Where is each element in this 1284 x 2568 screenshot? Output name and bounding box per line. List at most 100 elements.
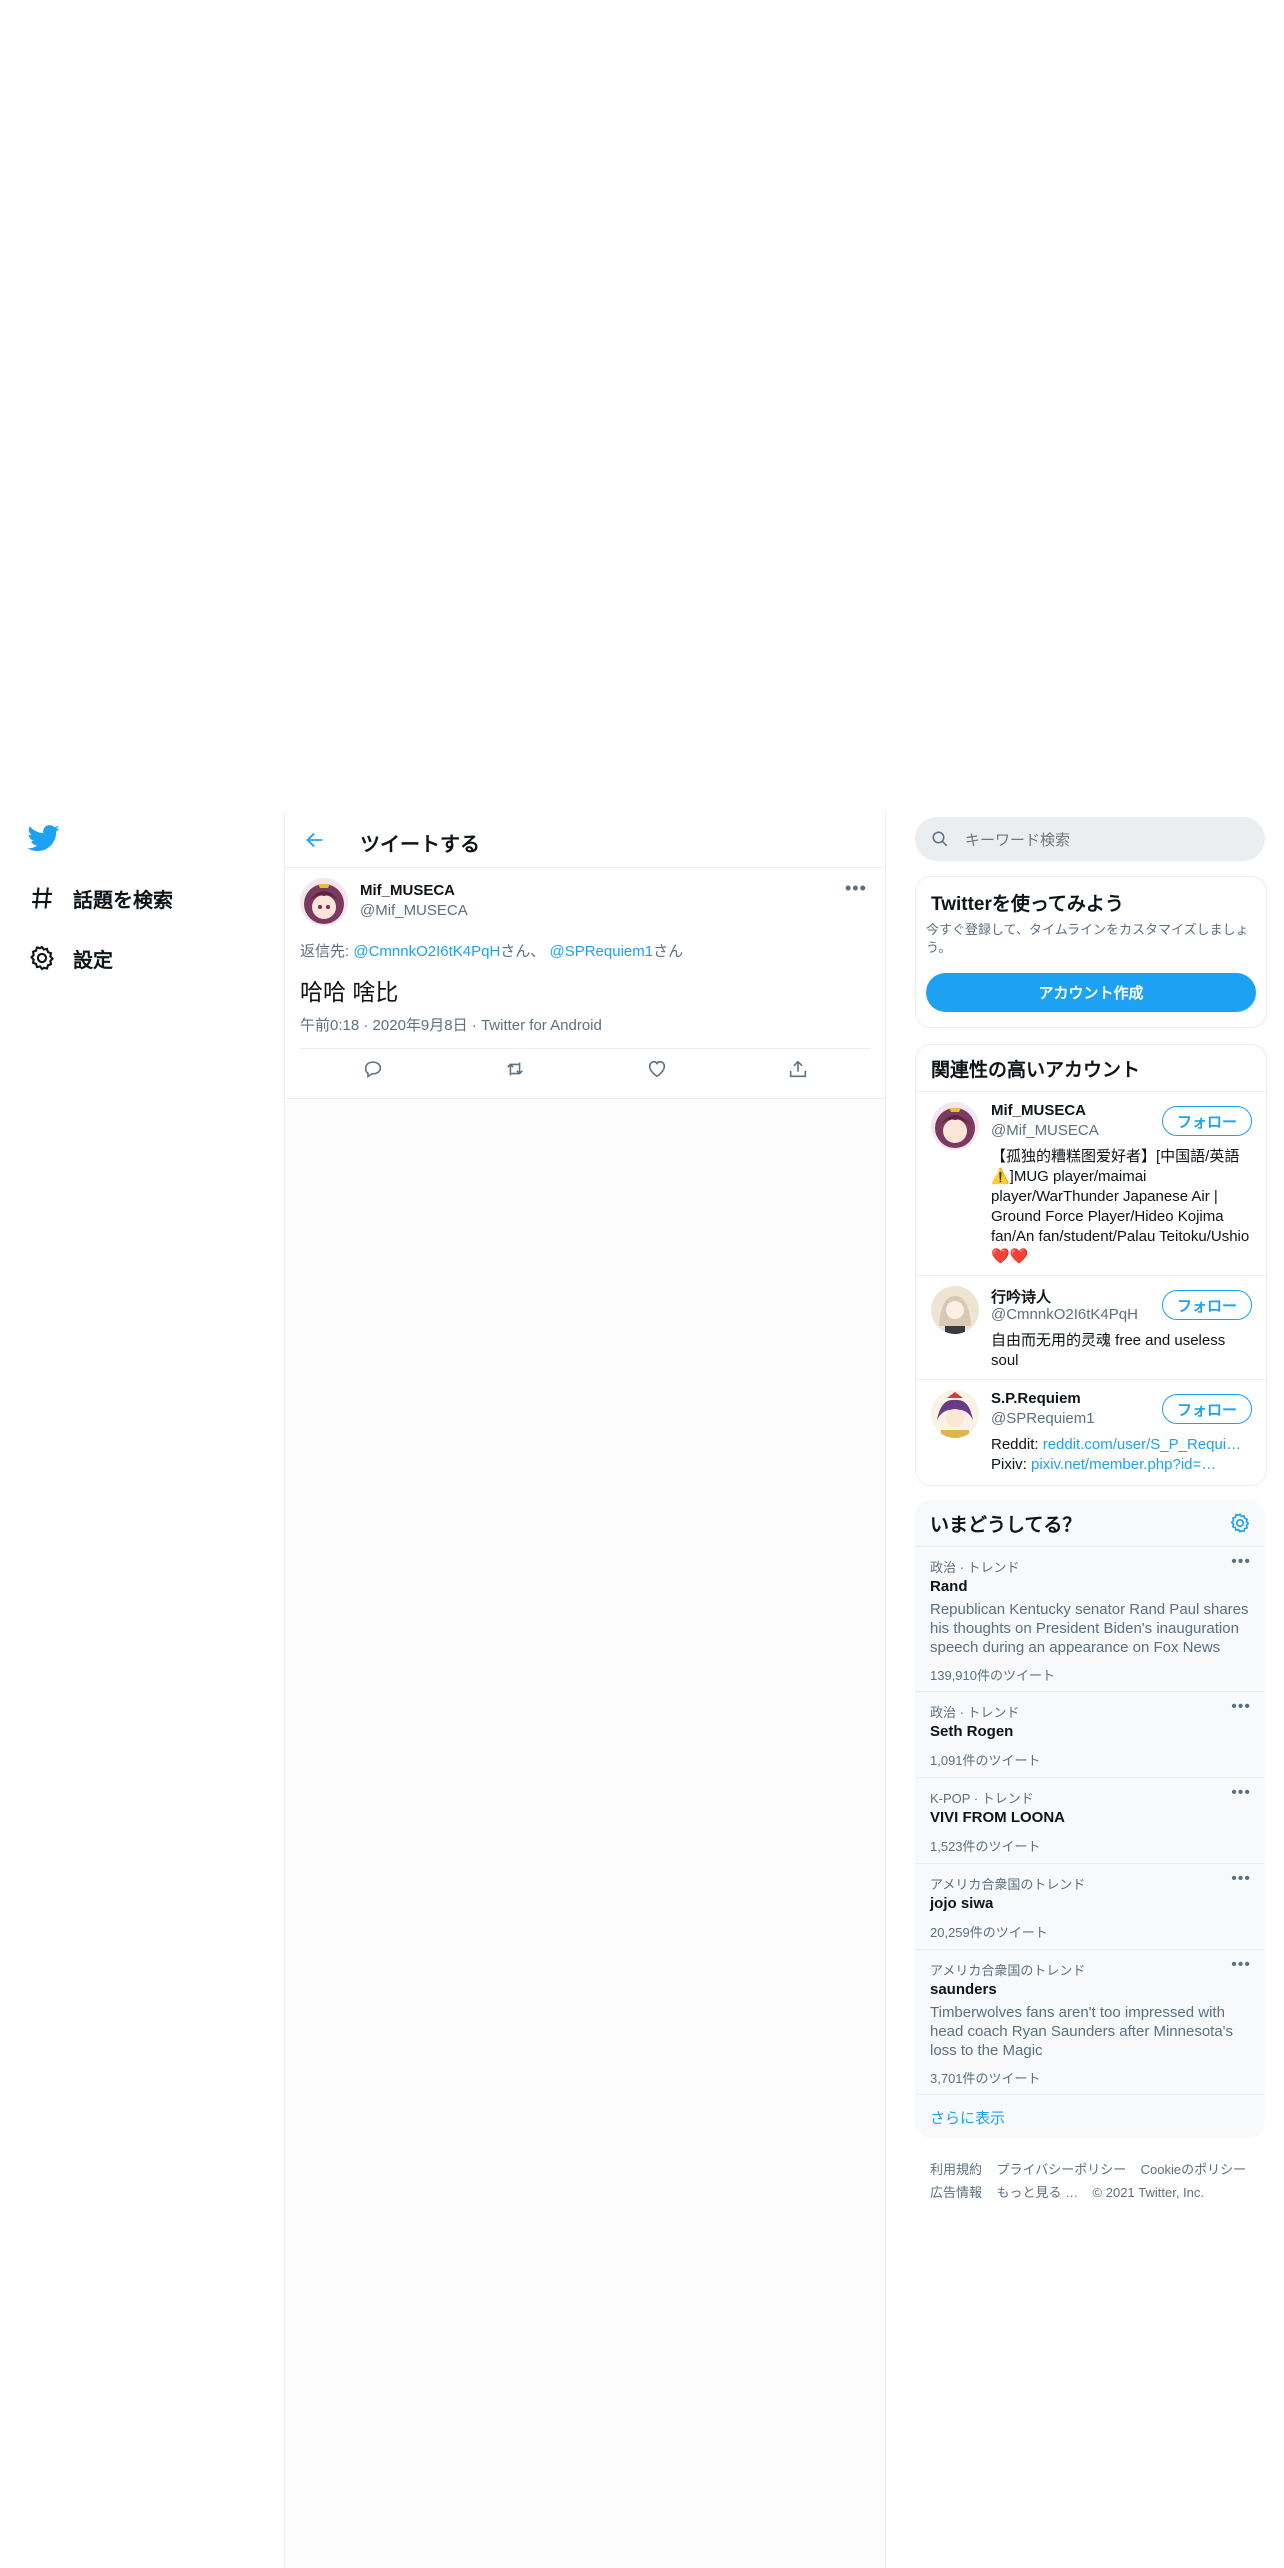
account-name[interactable]: S.P.Requiem [991,1390,1081,1407]
footer-link-ads[interactable]: 広告情報 [930,2185,982,2200]
hashtag-icon [32,887,52,909]
trend-name: Rand [930,1578,968,1595]
reply-button[interactable] [358,1054,388,1084]
trend-item[interactable]: アメリカ合衆国のトレンド ••• saunders Timberwolves f… [915,1950,1265,2094]
divider [300,1048,870,1049]
nav-explore-label: 話題を検索 [73,889,173,912]
twitter-logo-icon[interactable] [27,822,60,854]
share-icon [789,1060,807,1078]
account-bio-line: Pixiv: pixiv.net/member.php?id=… [991,1455,1253,1475]
trend-name: VIVI FROM LOONA [930,1809,1065,1826]
bio-label: Pixiv: [991,1456,1032,1473]
trend-name: jojo siwa [930,1895,994,1912]
search-box[interactable] [915,817,1265,861]
account-name[interactable]: Mif_MUSECA [991,1102,1086,1119]
follow-button[interactable]: フォロー [1162,1290,1252,1320]
footer-link-terms[interactable]: 利用規約 [930,2162,982,2177]
account-row[interactable]: S.P.Requiem @SPRequiem1 フォロー Reddit: red… [916,1380,1266,1484]
create-account-button[interactable]: アカウント作成 [926,973,1256,1012]
arrow-left-icon [306,832,323,848]
related-title: 関連性の高いアカウント [931,1060,1141,1081]
more-icon[interactable]: ••• [1231,1870,1251,1888]
avatar[interactable] [931,1286,979,1334]
trend-item[interactable]: K-POP · トレンド ••• VIVI FROM LOONA 1,523件の… [915,1778,1265,1863]
tweet-time[interactable]: 午前0:18 [300,1017,359,1034]
trend-item[interactable]: 政治 · トレンド ••• Seth Rogen 1,091件のツイート [915,1692,1265,1777]
nav-settings-label: 設定 [73,949,113,972]
more-icon[interactable]: ••• [1231,1698,1251,1716]
copyright: © 2021 Twitter, Inc. [1092,2185,1205,2200]
more-icon[interactable]: ••• [1231,1553,1251,1571]
meta-separator: · [363,1017,369,1034]
bio-label: Reddit: [991,1436,1043,1453]
trend-context: アメリカ合衆国のトレンド [930,1877,1086,1892]
like-button[interactable] [642,1054,672,1084]
follow-button[interactable]: フォロー [1162,1394,1252,1424]
signup-desc: 今すぐ登録して、タイムラインをカスタマイズしましょう。 [926,922,1249,955]
trend-count: 1,091件のツイート [930,1753,1041,1768]
reply-icon [364,1061,382,1078]
main-column: ツイートする Mif_MUSECA @Mif_MUSECA ••• 返信先: @… [284,812,886,2568]
follow-button[interactable]: フォロー [1162,1106,1252,1136]
retweet-button[interactable] [500,1054,530,1084]
left-navigation: 話題を検索 設定 [0,812,284,2568]
reply-suffix-1: さん、 [500,943,546,960]
reply-context: 返信先: @CmnnkO2I6tK4PqHさん、 @SPRequiem1さん [300,940,683,961]
trend-count: 139,910件のツイート [930,1668,1055,1683]
signup-card: Twitterを使ってみよう 今すぐ登録して、タイムラインをカスタマイズしましょ… [915,876,1267,1028]
tweet-source[interactable]: Twitter for Android [481,1017,602,1034]
search-icon [932,831,948,847]
reply-mention-2[interactable]: @SPRequiem1 [549,943,653,960]
account-handle[interactable]: @CmnnkO2I6tK4PqH [991,1306,1138,1323]
account-bio: 自由而无用的灵魂 free and useless soul [991,1332,1226,1369]
share-button[interactable] [783,1054,813,1084]
trend-item[interactable]: アメリカ合衆国のトレンド ••• jojo siwa 20,259件のツイート [915,1864,1265,1949]
account-row[interactable]: 行吟诗人 @CmnnkO2I6tK4PqH フォロー 自由而无用的灵魂 free… [916,1276,1266,1380]
account-handle[interactable]: @SPRequiem1 [991,1410,1095,1427]
trends-card: いまどうしてる？ 政治 · トレンド ••• Rand Republican K… [915,1500,1265,2138]
footer: 利用規約 プライバシーポリシー Cookieのポリシー 広告情報 もっと見る …… [930,2158,1260,2204]
footer-link-cookies[interactable]: Cookieのポリシー [1141,2162,1246,2177]
avatar[interactable] [300,878,348,926]
related-accounts-card: 関連性の高いアカウント Mif_MUSECA @Mif_MUSECA フォロー … [915,1044,1267,1486]
reply-mention-1[interactable]: @CmnnkO2I6tK4PqH [353,943,500,960]
account-row[interactable]: Mif_MUSECA @Mif_MUSECA フォロー 【孤独的糟糕图爱好者】[… [916,1092,1266,1276]
nav-explore[interactable]: 話題を検索 [28,874,173,922]
trend-item[interactable]: 政治 · トレンド ••• Rand Republican Kentucky s… [915,1547,1265,1691]
trend-description: Republican Kentucky senator Rand Paul sh… [930,1601,1249,1656]
trends-settings-button[interactable] [1229,1512,1251,1534]
tweet-meta: 午前0:18 · 2020年9月8日 · Twitter for Android [300,1014,602,1035]
more-icon[interactable]: ••• [845,878,869,898]
page-title: ツイートする [360,834,480,856]
account-bio-line: Reddit: reddit.com/user/S_P_Requi… [991,1435,1253,1455]
tweet-date[interactable]: 2020年9月8日 [373,1017,468,1034]
back-button[interactable] [301,826,329,854]
footer-link-privacy[interactable]: プライバシーポリシー [996,2162,1126,2177]
avatar[interactable] [931,1102,979,1150]
bio-link[interactable]: reddit.com/user/S_P_Requi… [1043,1436,1241,1453]
bio-link[interactable]: pixiv.net/member.php?id=… [1031,1456,1216,1473]
show-more-link[interactable]: さらに表示 [930,2107,1005,2128]
signup-title: Twitterを使ってみよう [931,894,1124,915]
trend-context: アメリカ合衆国のトレンド [930,1963,1086,1978]
trend-context: 政治 · トレンド [930,1705,1020,1720]
account-name[interactable]: 行吟诗人 [991,1286,1051,1307]
page-header: ツイートする [285,812,885,868]
search-input[interactable] [963,827,1247,853]
trend-name: saunders [930,1981,997,1998]
account-bio: 【孤独的糟糕图爱好者】[中国語/英語⚠️]MUG player/maimai p… [991,1148,1250,1265]
author-name[interactable]: Mif_MUSECA [360,882,455,899]
more-icon[interactable]: ••• [1231,1956,1251,1974]
more-icon[interactable]: ••• [1231,1784,1251,1802]
trend-name: Seth Rogen [930,1723,1014,1740]
author-handle[interactable]: @Mif_MUSECA [360,902,468,919]
trend-description: Timberwolves fans aren't too impressed w… [930,2004,1234,2059]
account-handle[interactable]: @Mif_MUSECA [991,1122,1099,1139]
avatar[interactable] [931,1390,979,1438]
nav-settings[interactable]: 設定 [28,934,113,982]
trend-context: K-POP · トレンド [930,1791,1034,1806]
footer-link-more[interactable]: もっと見る … [996,2185,1078,2200]
tweet[interactable]: Mif_MUSECA @Mif_MUSECA ••• 返信先: @CmnnkO2… [285,868,885,1099]
gear-icon [1230,1513,1250,1533]
tweet-text: 哈哈 啥比 [300,979,399,1005]
